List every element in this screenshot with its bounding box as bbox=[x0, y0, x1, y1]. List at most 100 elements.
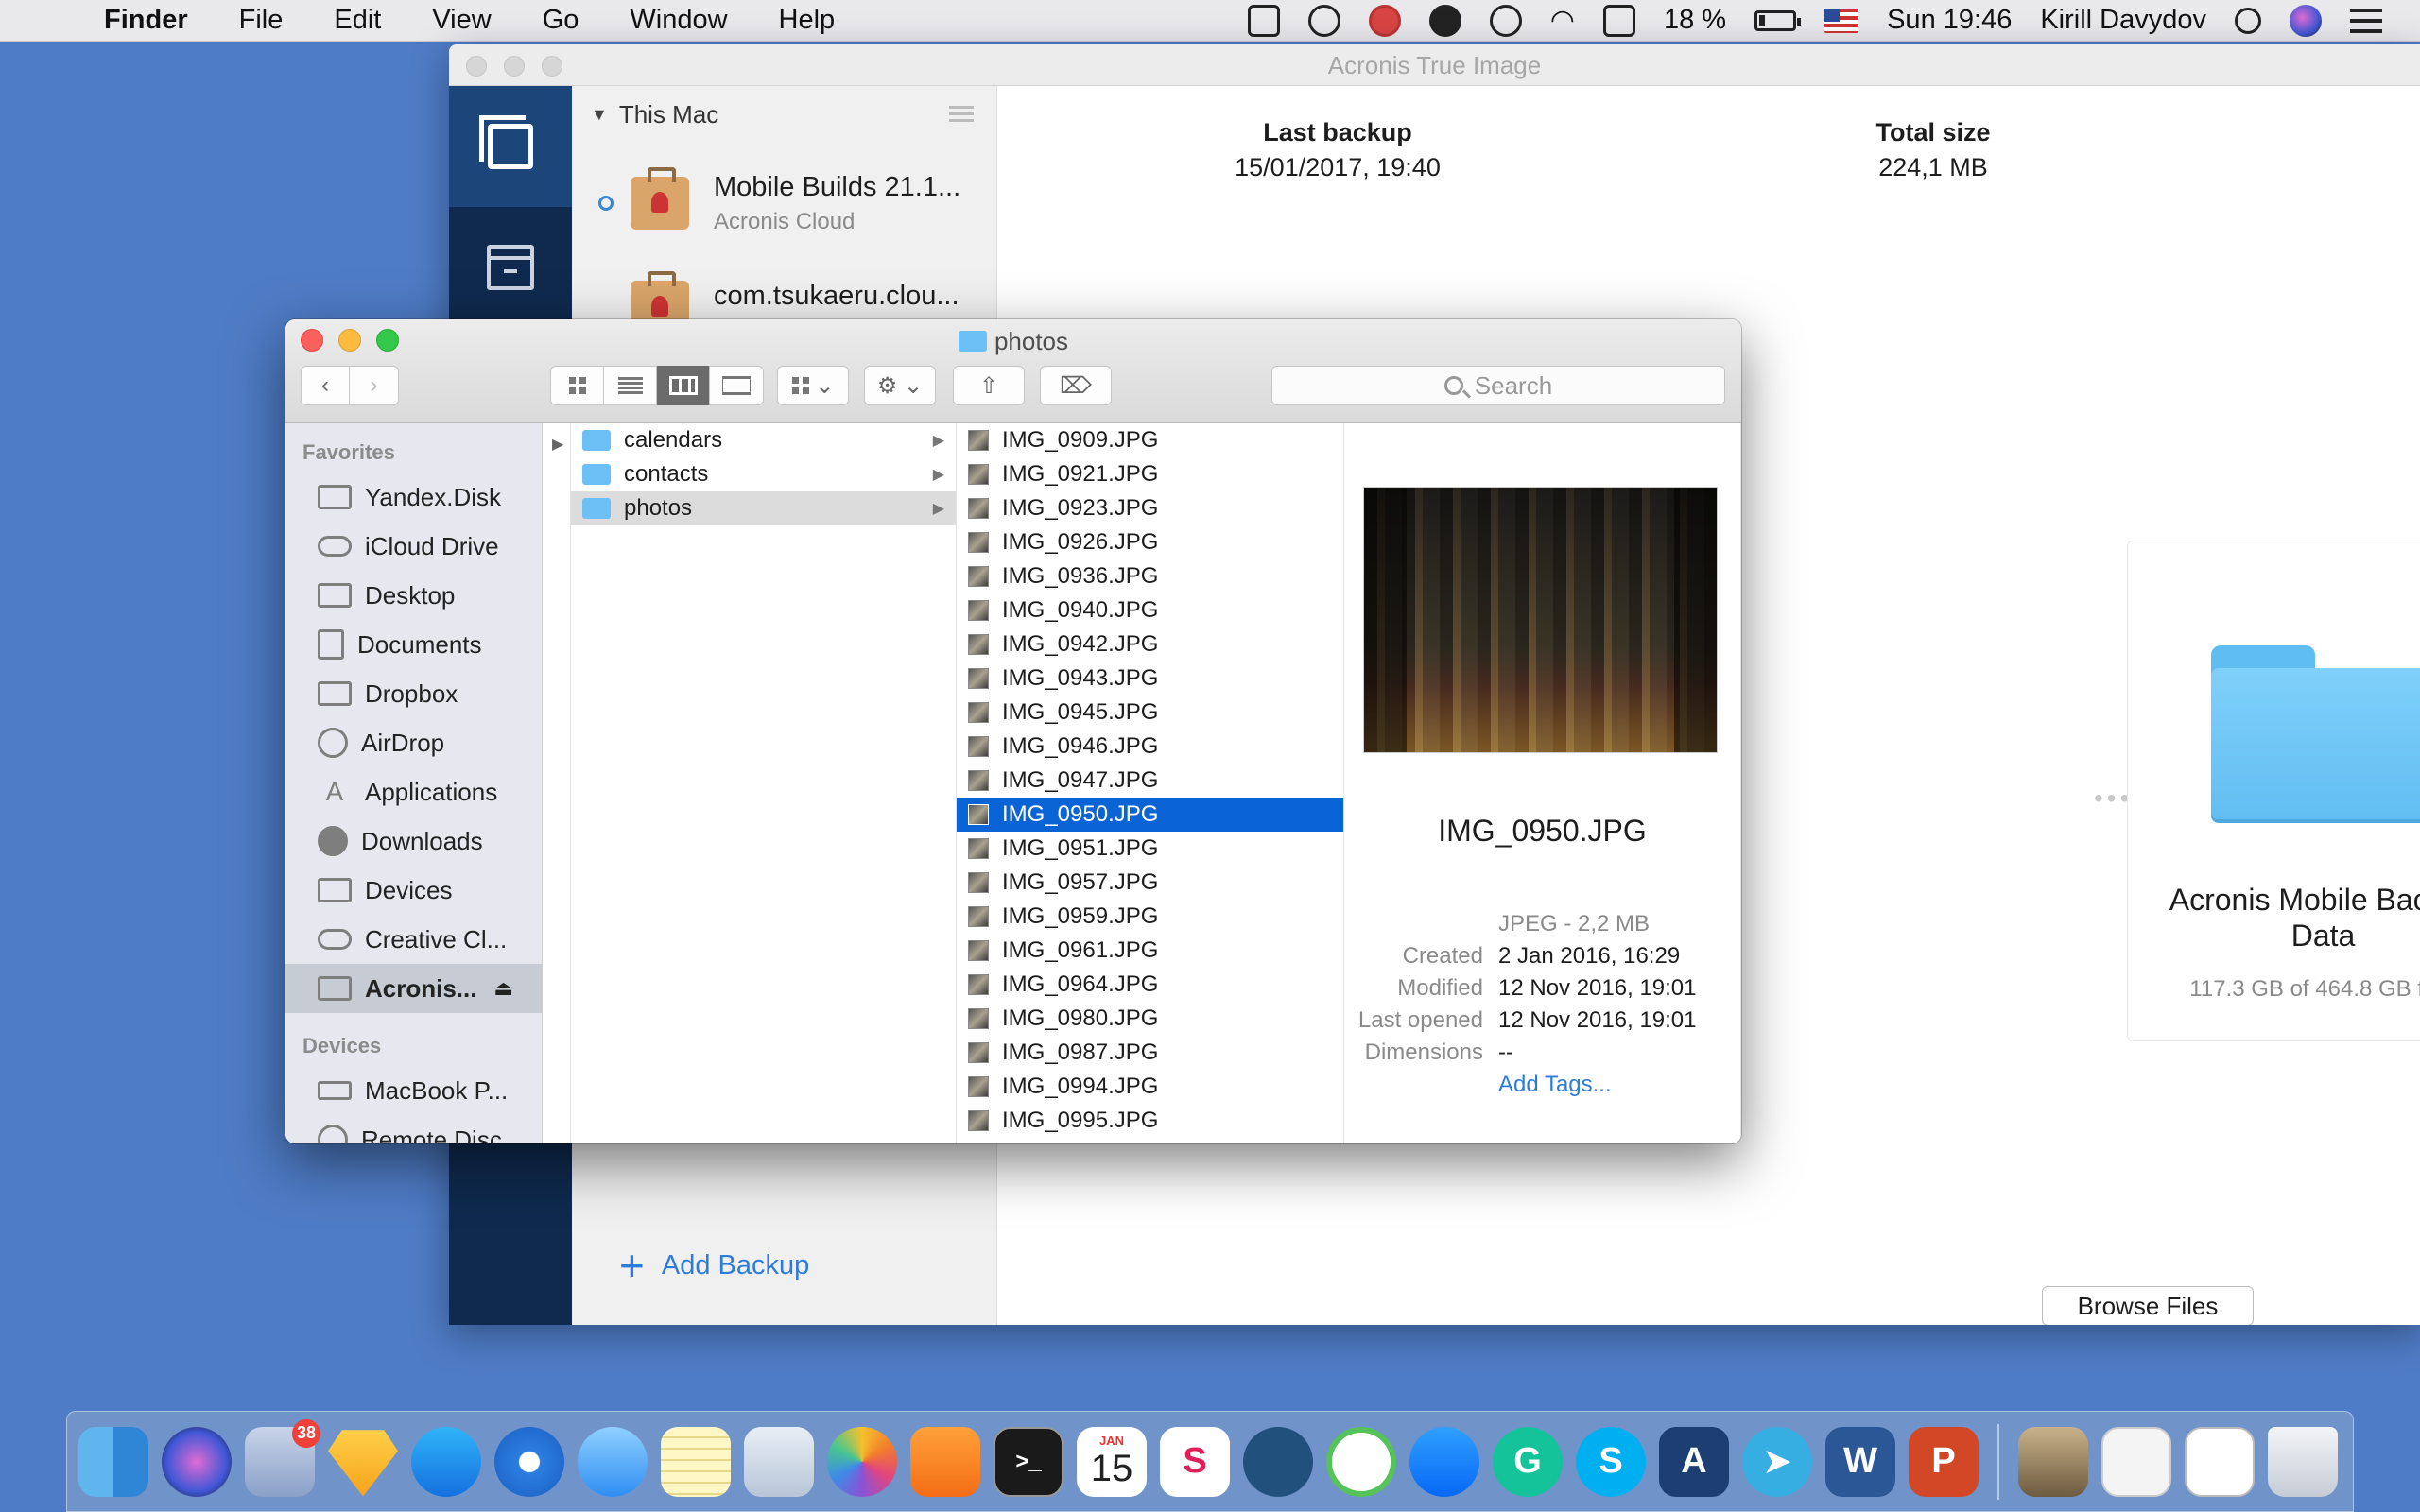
word-icon[interactable]: W bbox=[1825, 1426, 1895, 1497]
file-row[interactable]: IMG_0942.JPG bbox=[957, 627, 1343, 662]
app-store-icon[interactable] bbox=[411, 1426, 481, 1497]
sidebar-item-dropbox[interactable]: Dropbox bbox=[285, 669, 542, 718]
file-row[interactable]: IMG_0987.JPG bbox=[957, 1036, 1343, 1070]
sourcetree-icon[interactable] bbox=[1243, 1426, 1313, 1497]
skype-icon[interactable]: S bbox=[1576, 1426, 1646, 1497]
cover-flow-button[interactable] bbox=[710, 366, 763, 405]
file-row[interactable]: IMG_0957.JPG bbox=[957, 866, 1343, 900]
battery-icon[interactable] bbox=[1754, 9, 1802, 31]
menu-file[interactable]: File bbox=[214, 5, 309, 36]
folder-row-calendars[interactable]: calendars ▶ bbox=[571, 423, 956, 457]
preview-icon[interactable] bbox=[744, 1426, 814, 1497]
safari-icon[interactable] bbox=[494, 1426, 564, 1497]
file-row[interactable]: IMG_0951.JPG bbox=[957, 832, 1343, 866]
eject-icon[interactable]: ⏏ bbox=[493, 976, 513, 1001]
file-row[interactable]: IMG_0940.JPG bbox=[957, 593, 1343, 627]
file-row[interactable]: IMG_0950.JPG bbox=[957, 798, 1343, 832]
documents-stack-icon[interactable] bbox=[2101, 1426, 2171, 1497]
time-machine-icon[interactable] bbox=[1489, 4, 1522, 37]
icon-view-button[interactable] bbox=[551, 366, 604, 405]
column-view-button[interactable] bbox=[657, 366, 710, 405]
file-row[interactable]: IMG_0995.JPG bbox=[957, 1104, 1343, 1138]
folder-row-photos[interactable]: photos ▶ bbox=[571, 491, 956, 525]
file-row[interactable]: IMG_0947.JPG bbox=[957, 764, 1343, 798]
facetime-icon[interactable] bbox=[1326, 1426, 1396, 1497]
file-row[interactable]: IMG_0959.JPG bbox=[957, 900, 1343, 934]
sidebar-item-downloads[interactable]: Downloads bbox=[285, 816, 542, 866]
trash-icon[interactable] bbox=[2268, 1426, 2338, 1497]
menu-go[interactable]: Go bbox=[517, 5, 605, 36]
photos-icon[interactable] bbox=[827, 1426, 897, 1497]
share-button[interactable]: ⇧ bbox=[953, 366, 1025, 405]
nav-archive[interactable] bbox=[449, 207, 572, 328]
us-flag-icon[interactable] bbox=[1824, 8, 1859, 33]
sidebar-item-macbook[interactable]: MacBook P... bbox=[285, 1066, 542, 1115]
file-row[interactable]: IMG_0936.JPG bbox=[957, 559, 1343, 593]
add-tags-link[interactable]: Add Tags... bbox=[1498, 1072, 1612, 1098]
ibooks-icon[interactable] bbox=[910, 1426, 980, 1497]
group-by-button[interactable]: ⌄ bbox=[777, 366, 849, 405]
notification-center-icon[interactable] bbox=[2350, 8, 2382, 33]
battery-percent[interactable]: 18 % bbox=[1664, 5, 1726, 36]
sidebar-item-yandex-disk[interactable]: Yandex.Disk bbox=[285, 472, 542, 522]
finder-icon[interactable] bbox=[78, 1426, 148, 1497]
file-row[interactable]: IMG_0909.JPG bbox=[957, 423, 1343, 457]
destination-drive-card[interactable]: Acronis Mobile Backup Data 117.3 GB of 4… bbox=[2127, 541, 2420, 1041]
messenger-icon[interactable] bbox=[1409, 1426, 1479, 1497]
tags-button[interactable]: ⌦ bbox=[1040, 366, 1112, 405]
menu-window[interactable]: Window bbox=[604, 5, 752, 36]
sidebar-item-acronis[interactable]: Acronis... ⏏ bbox=[285, 964, 542, 1013]
file-row[interactable]: IMG_0943.JPG bbox=[957, 662, 1343, 696]
acronis-close-button[interactable] bbox=[466, 56, 487, 77]
sidebar-item-airdrop[interactable]: AirDrop bbox=[285, 718, 542, 767]
file-row[interactable]: IMG_0980.JPG bbox=[957, 1002, 1343, 1036]
file-row[interactable]: IMG_0945.JPG bbox=[957, 696, 1343, 730]
downloads-stack-icon[interactable] bbox=[2018, 1426, 2088, 1497]
sidebar-item-applications[interactable]: A Applications bbox=[285, 767, 542, 816]
folder-row-contacts[interactable]: contacts ▶ bbox=[571, 457, 956, 491]
notes-icon[interactable] bbox=[661, 1426, 731, 1497]
menu-help[interactable]: Help bbox=[753, 5, 861, 36]
backup-item[interactable]: Mobile Builds 21.1... Acronis Cloud bbox=[572, 143, 996, 264]
messages-icon[interactable] bbox=[578, 1426, 648, 1497]
list-view-button[interactable] bbox=[604, 366, 657, 405]
wifi-icon[interactable]: ◠ bbox=[1550, 4, 1575, 37]
sidebar-item-devices[interactable]: Devices bbox=[285, 866, 542, 915]
file-row[interactable]: IMG_0921.JPG bbox=[957, 457, 1343, 491]
menu-edit[interactable]: Edit bbox=[308, 5, 406, 36]
add-backup-button[interactable]: + Add Backup bbox=[619, 1244, 809, 1287]
backup-list-header[interactable]: ▼ This Mac bbox=[572, 86, 996, 143]
back-button[interactable]: ‹ bbox=[302, 366, 351, 405]
checklist-icon[interactable] bbox=[1247, 4, 1280, 37]
sidebar-item-desktop[interactable]: Desktop bbox=[285, 571, 542, 620]
sidebar-item-creative-cloud[interactable]: Creative Cl... bbox=[285, 915, 542, 964]
file-row[interactable]: IMG_0946.JPG bbox=[957, 730, 1343, 764]
parent-column[interactable]: ▶ bbox=[543, 423, 571, 1143]
search-input[interactable]: Search bbox=[1271, 366, 1725, 405]
nav-backup[interactable] bbox=[449, 86, 572, 207]
acronis-icon[interactable]: A bbox=[1659, 1426, 1729, 1497]
meetup-icon[interactable] bbox=[1368, 4, 1401, 37]
menu-app-name[interactable]: Finder bbox=[104, 5, 214, 36]
disclosure-triangle-icon[interactable]: ▼ bbox=[591, 105, 608, 125]
acronis-minimize-button[interactable] bbox=[504, 56, 525, 77]
acronis-zoom-button[interactable] bbox=[542, 56, 562, 77]
list-menu-icon[interactable] bbox=[949, 106, 974, 123]
sidebar-item-documents[interactable]: Documents bbox=[285, 620, 542, 669]
siri-icon[interactable] bbox=[162, 1426, 232, 1497]
file-row[interactable]: IMG_0923.JPG bbox=[957, 491, 1343, 525]
file-row[interactable]: IMG_0961.JPG bbox=[957, 934, 1343, 968]
file-row[interactable]: IMG_0926.JPG bbox=[957, 525, 1343, 559]
browse-files-button[interactable]: Browse Files bbox=[2042, 1286, 2254, 1325]
forward-button[interactable]: › bbox=[350, 366, 398, 405]
menu-view[interactable]: View bbox=[406, 5, 516, 36]
slack-icon[interactable]: S bbox=[1160, 1426, 1230, 1497]
audio-icon[interactable] bbox=[1307, 4, 1340, 37]
user-name[interactable]: Kirill Davydov bbox=[2040, 5, 2206, 36]
siri-icon[interactable] bbox=[2290, 4, 2322, 37]
file-row[interactable]: IMG_0994.JPG bbox=[957, 1070, 1343, 1104]
navigation-icon[interactable] bbox=[1428, 4, 1461, 37]
sidebar-item-remote-disc[interactable]: Remote Disc bbox=[285, 1115, 542, 1143]
grammarly-icon[interactable]: G bbox=[1493, 1426, 1563, 1497]
telegram-icon[interactable]: ➤ bbox=[1742, 1426, 1812, 1497]
